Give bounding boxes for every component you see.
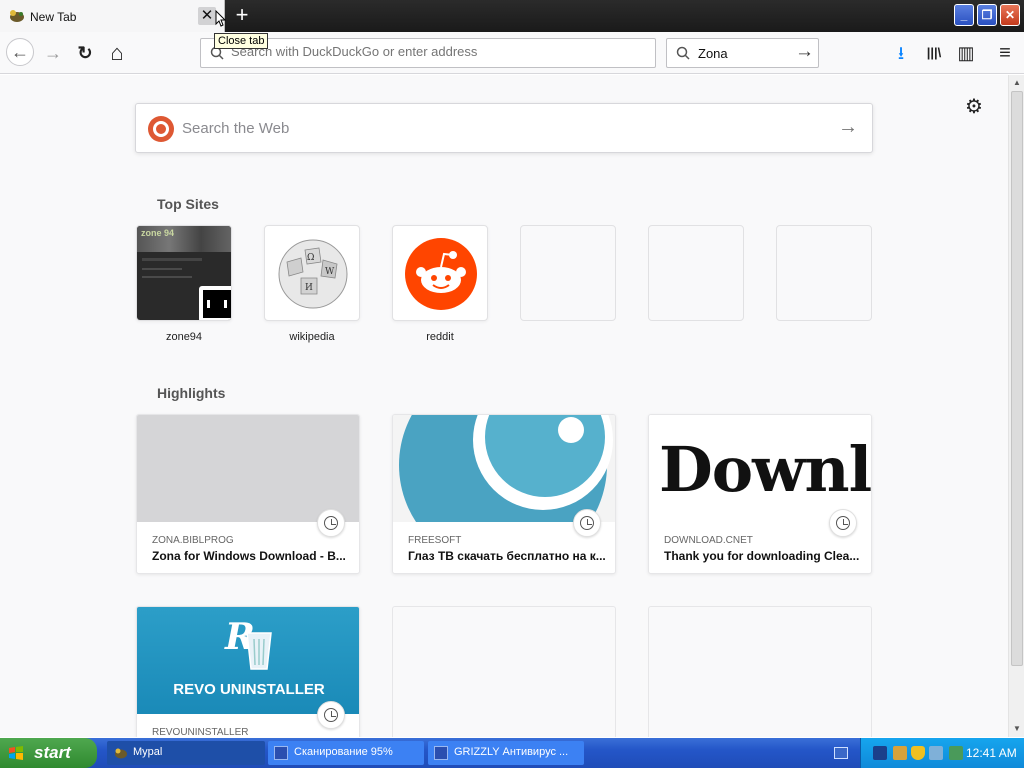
highlight-host: ZONA.BIBLPROG bbox=[152, 535, 234, 546]
sidebar-button[interactable]: ▥ bbox=[953, 40, 979, 66]
highlight-title: Zona for Windows Download - B... bbox=[152, 549, 346, 563]
tab-new-tab[interactable]: New Tab ✕ bbox=[0, 0, 225, 34]
cnet-thumbnail-text: Downl bbox=[659, 433, 872, 506]
minimize-button[interactable]: _ bbox=[954, 4, 974, 26]
highlight-placeholder bbox=[648, 606, 872, 737]
svg-text:И: И bbox=[305, 283, 313, 293]
web-search-placeholder: Search the Web bbox=[182, 120, 290, 137]
taskbar-clock: 12:41 AM bbox=[966, 746, 1017, 760]
highlight-thumbnail: R REVO UNINSTALLER bbox=[137, 607, 359, 714]
highlights-title: Highlights bbox=[157, 385, 226, 401]
highlight-host: FREESOFT bbox=[408, 535, 462, 546]
highlight-host: REVOUNINSTALLER bbox=[152, 727, 249, 737]
glaz-tv-logo-icon bbox=[399, 415, 613, 522]
scroll-down-arrow-icon[interactable]: ▼ bbox=[1009, 721, 1024, 737]
history-clock-icon bbox=[317, 701, 345, 729]
taskbar-item-mypal[interactable]: Mypal bbox=[107, 741, 265, 765]
search-go-button[interactable]: → bbox=[795, 41, 814, 63]
menu-button[interactable]: ≡ bbox=[992, 40, 1018, 66]
library-button[interactable]: |||\ bbox=[921, 40, 947, 66]
highlight-host: DOWNLOAD.CNET bbox=[664, 535, 753, 546]
highlight-card[interactable]: FREESOFT Глаз ТВ скачать бесплатно на к.… bbox=[392, 414, 616, 574]
highlight-card[interactable]: Downl DOWNLOAD.CNET Thank you for downlo… bbox=[648, 414, 872, 574]
taskbar-item-scan[interactable]: Сканирование 95% bbox=[268, 741, 424, 765]
mypal-favicon-icon bbox=[115, 748, 127, 759]
address-input[interactable] bbox=[231, 44, 641, 59]
new-tab-button[interactable]: + bbox=[232, 4, 252, 26]
highlight-thumbnail bbox=[137, 415, 359, 522]
security-shield-icon[interactable] bbox=[911, 746, 925, 760]
volume-icon[interactable] bbox=[949, 746, 963, 760]
vertical-scrollbar[interactable]: ▲ ▼ bbox=[1008, 75, 1024, 737]
close-tab-button[interactable]: ✕ bbox=[198, 7, 216, 25]
network-icon[interactable] bbox=[873, 746, 887, 760]
top-sites-title: Top Sites bbox=[157, 196, 219, 212]
connection-icon[interactable] bbox=[929, 746, 943, 760]
window-icon bbox=[434, 746, 448, 760]
top-site-zone94[interactable]: zone 94 bbox=[136, 225, 232, 321]
history-clock-icon bbox=[829, 509, 857, 537]
revo-thumbnail-text: REVO UNINSTALLER bbox=[173, 681, 325, 698]
taskbar-item-label: Сканирование 95% bbox=[294, 746, 393, 758]
antivirus-icon[interactable] bbox=[893, 746, 907, 760]
top-site-empty bbox=[520, 225, 616, 321]
wikipedia-globe-icon: Ω W И bbox=[278, 239, 348, 309]
highlight-card[interactable]: R REVO UNINSTALLER REVOUNINSTALLER bbox=[136, 606, 360, 737]
revo-recycle-bin-icon: R bbox=[224, 616, 272, 670]
svg-text:Ω: Ω bbox=[307, 253, 314, 263]
web-search-box[interactable]: Search the Web → bbox=[135, 103, 873, 153]
downloads-button[interactable]: ⭳ bbox=[888, 40, 914, 66]
restore-button[interactable]: ❐ bbox=[977, 4, 997, 26]
forward-button[interactable]: → bbox=[40, 40, 66, 66]
search-icon bbox=[676, 46, 690, 60]
highlight-title: Глаз ТВ скачать бесплатно на к... bbox=[408, 549, 606, 563]
search-value: Zona bbox=[698, 46, 728, 61]
scroll-up-arrow-icon[interactable]: ▲ bbox=[1009, 75, 1024, 91]
reddit-logo-icon bbox=[405, 238, 477, 310]
keyboard-layout-icon[interactable] bbox=[834, 747, 848, 759]
history-clock-icon bbox=[317, 509, 345, 537]
highlight-placeholder bbox=[392, 606, 616, 737]
scroll-thumb[interactable] bbox=[1011, 91, 1023, 666]
tab-strip: New Tab ✕ + _ ❐ ✕ bbox=[0, 0, 1024, 34]
history-clock-icon bbox=[573, 509, 601, 537]
highlight-card[interactable]: ZONA.BIBLPROG Zona for Windows Download … bbox=[136, 414, 360, 574]
web-search-go-button[interactable]: → bbox=[838, 116, 858, 139]
top-site-label: reddit bbox=[426, 331, 454, 343]
top-site-reddit[interactable] bbox=[392, 225, 488, 321]
mouse-cursor-icon bbox=[215, 10, 227, 27]
highlight-thumbnail bbox=[393, 415, 615, 522]
reload-button[interactable]: ↻ bbox=[72, 40, 98, 66]
start-label: start bbox=[34, 743, 71, 762]
top-site-label: zone94 bbox=[165, 331, 203, 343]
taskbar-item-grizzly[interactable]: GRIZZLY Антивирус ... bbox=[428, 741, 584, 765]
new-tab-page: ⚙ Search the Web → Top Sites zone 94 zon… bbox=[0, 75, 1008, 737]
home-button[interactable]: ⌂ bbox=[104, 40, 130, 66]
taskbar-item-label: GRIZZLY Антивирус ... bbox=[454, 746, 569, 758]
back-button[interactable]: ← bbox=[6, 38, 34, 66]
duckduckgo-logo-icon bbox=[148, 116, 174, 142]
close-tab-tooltip: Close tab bbox=[214, 33, 269, 49]
windows-flag-icon bbox=[9, 746, 23, 760]
tab-title: New Tab bbox=[30, 10, 77, 24]
top-site-empty bbox=[776, 225, 872, 321]
highlight-thumbnail: Downl bbox=[649, 415, 872, 522]
windows-taskbar: start Mypal Сканирование 95% GRIZZLY Ант… bbox=[0, 738, 1024, 768]
top-site-label: wikipedia bbox=[289, 331, 335, 343]
start-button[interactable]: start bbox=[0, 738, 97, 768]
window-icon bbox=[274, 746, 288, 760]
top-site-wikipedia[interactable]: Ω W И bbox=[264, 225, 360, 321]
settings-gear-icon[interactable]: ⚙ bbox=[965, 94, 983, 119]
top-site-empty bbox=[648, 225, 744, 321]
search-bar[interactable]: Zona → bbox=[666, 38, 819, 68]
zone94-favicon-icon bbox=[199, 286, 231, 320]
taskbar-item-label: Mypal bbox=[133, 746, 163, 758]
svg-text:W: W bbox=[325, 267, 335, 277]
zone94-logo-text: zone 94 bbox=[141, 228, 175, 238]
mypal-favicon-icon bbox=[10, 10, 24, 22]
close-window-button[interactable]: ✕ bbox=[1000, 4, 1020, 26]
highlight-title: Thank you for downloading Clea... bbox=[664, 549, 860, 563]
